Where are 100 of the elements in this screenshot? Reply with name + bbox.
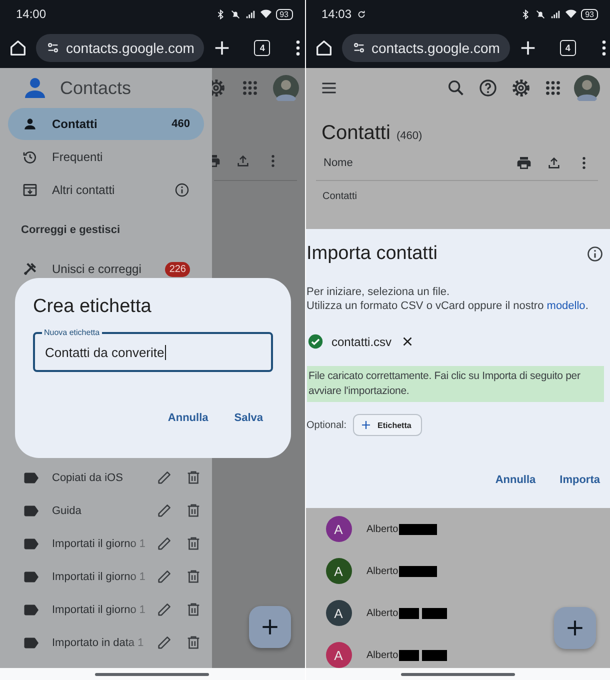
- home-indicator[interactable]: [400, 672, 515, 676]
- delete-icon[interactable]: [185, 502, 202, 519]
- contact-row[interactable]: A Alberto: [306, 550, 610, 592]
- label-name[interactable]: Importati il giorno 1: [52, 570, 146, 582]
- contact-row[interactable]: A Alberto: [306, 508, 610, 550]
- delete-icon[interactable]: [185, 535, 202, 552]
- edit-icon[interactable]: [156, 535, 173, 552]
- wifi-icon: [260, 8, 272, 20]
- print-icon[interactable]: [516, 155, 532, 171]
- dialog-title: Importa contatti: [306, 243, 438, 265]
- contact-row[interactable]: A Alberto: [306, 592, 610, 634]
- edit-icon[interactable]: [156, 568, 173, 585]
- clock: 14:00: [16, 7, 46, 21]
- dialog-button[interactable]: Annulla: [168, 410, 208, 426]
- redaction-bar: [422, 608, 448, 618]
- address-bar[interactable]: contacts.google.com: [342, 34, 510, 62]
- wifi-icon: [565, 8, 578, 20]
- site-settings-icon[interactable]: [352, 41, 366, 55]
- contact-name: Alberto: [366, 608, 398, 618]
- contact-avatar: A: [326, 600, 352, 626]
- label-name[interactable]: Importati il giorno 1: [52, 538, 146, 550]
- home-icon[interactable]: [8, 38, 28, 58]
- bluetooth-icon: [520, 8, 532, 20]
- delete-icon[interactable]: [185, 634, 202, 651]
- signal-icon: [550, 8, 562, 20]
- contact-name: Alberto: [366, 566, 398, 576]
- info-icon[interactable]: [586, 245, 604, 263]
- add-button[interactable]: [554, 607, 596, 649]
- help-icon[interactable]: [478, 78, 498, 98]
- delete-icon[interactable]: [185, 469, 202, 486]
- label-name[interactable]: Copiati da iOS: [52, 472, 123, 484]
- site-settings-icon[interactable]: [46, 41, 60, 55]
- dialog-title: Crea etichetta: [33, 296, 152, 318]
- export-icon[interactable]: [234, 153, 250, 169]
- redaction-bar: [399, 566, 438, 576]
- delete-icon[interactable]: [185, 601, 202, 618]
- nav-item[interactable]: Contatti 460: [8, 108, 204, 140]
- dialog-button[interactable]: Annulla: [495, 472, 536, 488]
- tab-count-button[interactable]: 4: [560, 40, 576, 56]
- clock: 14:03: [322, 7, 352, 21]
- redaction-bar: [399, 650, 420, 660]
- tab-count-button[interactable]: 4: [254, 40, 270, 56]
- archive-icon: [22, 182, 38, 198]
- add-button[interactable]: [248, 606, 290, 648]
- contact-name: Alberto: [366, 524, 398, 534]
- dialog-button[interactable]: Salva: [234, 410, 263, 426]
- search-icon[interactable]: [446, 78, 466, 98]
- history-icon: [22, 149, 38, 165]
- label-chip[interactable]: Etichetta: [352, 414, 422, 436]
- contact-name: Alberto: [366, 650, 398, 660]
- app-name: Contacts: [60, 78, 132, 98]
- instruction-text: Utilizza un formato CSV o vCard oppure il nostro modello.: [306, 299, 590, 313]
- export-icon[interactable]: [546, 155, 562, 171]
- home-icon[interactable]: [314, 38, 334, 58]
- apps-icon[interactable]: [544, 79, 562, 97]
- avatar[interactable]: [574, 75, 600, 101]
- optional-label: Optional:: [306, 420, 347, 430]
- section-title: Correggi e gestisci: [21, 224, 120, 236]
- label-name[interactable]: Guida: [52, 504, 82, 516]
- edit-icon[interactable]: [156, 601, 173, 618]
- settings-icon[interactable]: [510, 77, 532, 99]
- avatar[interactable]: [272, 75, 298, 101]
- nav-item[interactable]: Altri contatti: [8, 174, 204, 206]
- contact-avatar: A: [326, 516, 352, 542]
- success-message: File caricato correttamente. Fai clic su Importa di seguito per avviare l'importazione.: [306, 366, 604, 402]
- battery-indicator: 93: [581, 8, 598, 20]
- page-title: Contatti: [322, 122, 390, 145]
- sync-icon: [356, 8, 367, 20]
- template-link[interactable]: modello: [546, 300, 586, 312]
- person-icon: [22, 116, 38, 132]
- edit-icon[interactable]: [156, 634, 173, 651]
- redaction-bar: [422, 650, 448, 660]
- nav-item[interactable]: Unisci e correggi 226: [8, 253, 204, 285]
- tools-icon: [22, 261, 38, 277]
- redaction-bar: [399, 608, 420, 618]
- home-indicator[interactable]: [95, 672, 210, 676]
- muted-bell-icon: [230, 8, 241, 20]
- edit-icon[interactable]: [156, 469, 173, 486]
- file-name: contatti.csv: [332, 334, 392, 348]
- label-name[interactable]: Importati il giorno 1: [52, 604, 146, 616]
- contact-count: (460): [396, 130, 422, 142]
- section-title: Contatti: [322, 190, 357, 202]
- edit-icon[interactable]: [156, 502, 173, 519]
- column-header[interactable]: Nome: [324, 157, 502, 169]
- address-bar[interactable]: contacts.google.com: [36, 34, 204, 62]
- info-icon[interactable]: [174, 182, 190, 198]
- contact-avatar: A: [326, 642, 352, 668]
- apps-icon[interactable]: [240, 79, 258, 97]
- plus-icon: [360, 419, 372, 431]
- battery-indicator: 93: [276, 8, 292, 20]
- redaction-bar: [399, 524, 438, 534]
- instruction-text: Per iniziare, seleziona un file.: [306, 285, 451, 299]
- signal-icon: [244, 8, 256, 20]
- contact-avatar: A: [326, 558, 352, 584]
- contact-row[interactable]: A Alberto: [306, 634, 610, 668]
- nav-item[interactable]: Frequenti: [8, 141, 204, 173]
- delete-icon[interactable]: [185, 568, 202, 585]
- label-name[interactable]: Importato in data 1: [52, 636, 144, 648]
- muted-bell-icon: [535, 8, 546, 20]
- dialog-button[interactable]: Importa: [560, 472, 600, 488]
